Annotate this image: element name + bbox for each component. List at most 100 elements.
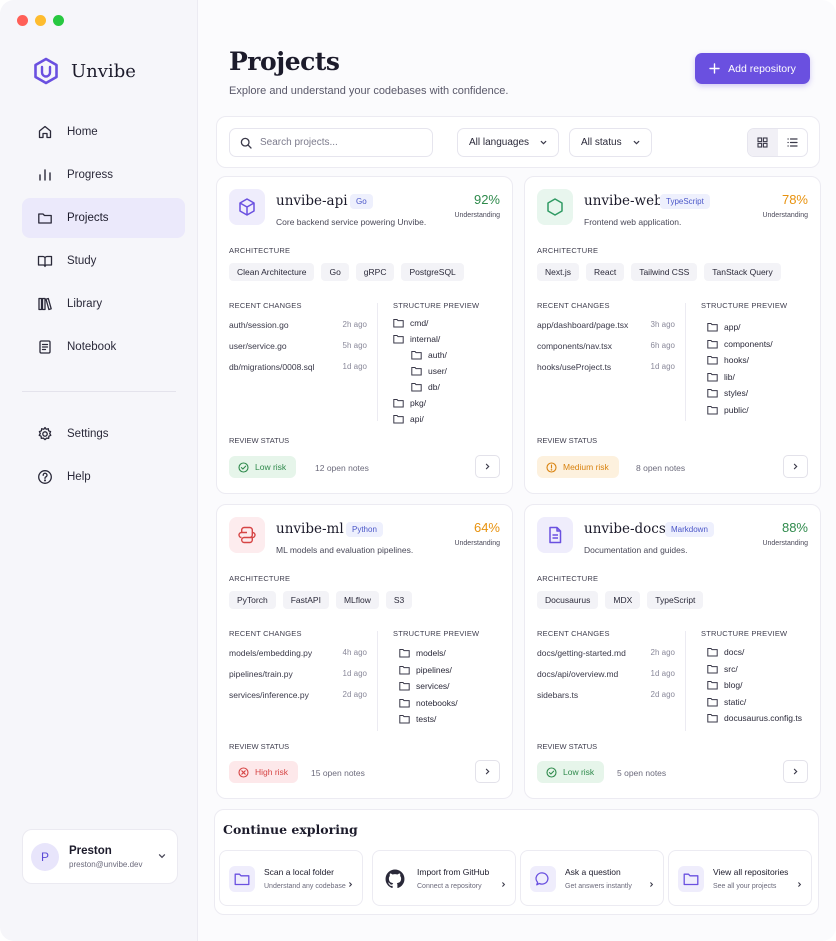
action-subtitle: See all your projects [713, 883, 777, 890]
folder-icon [683, 873, 699, 886]
view-all-repositories-action[interactable]: View all repositories See all your proje… [668, 850, 812, 906]
tech-chip: MDX [605, 591, 641, 609]
tree-folder[interactable]: notebooks/ [385, 695, 458, 712]
architecture-label: ARCHITECTURE [229, 574, 291, 583]
import-from-github-action[interactable]: Import from GitHub Connect a repository [372, 850, 516, 906]
search-box[interactable] [229, 128, 433, 157]
chevron-right-icon [502, 882, 506, 887]
tree-folder[interactable]: pkg/ [385, 395, 447, 411]
change-item[interactable]: user/service.go 5h ago [229, 341, 367, 362]
nav-item-settings[interactable]: Settings [22, 414, 185, 454]
open-project-button[interactable] [475, 455, 500, 478]
change-item[interactable]: services/inference.py 2d ago [229, 690, 367, 711]
change-item[interactable]: components/nav.tsx 6h ago [537, 341, 675, 362]
tree-folder-name: auth/ [428, 350, 447, 360]
structure-tree: docs/ src/ blog/ static/ docusaurus.conf… [693, 644, 802, 727]
change-time: 3h ago [650, 320, 675, 329]
project-card[interactable]: unvibe-docs Markdown Documentation and g… [524, 504, 821, 799]
close-window-button[interactable] [17, 15, 28, 26]
tech-chip: PostgreSQL [401, 263, 464, 281]
tech-chip: MLflow [335, 591, 379, 609]
add-repository-label: Add repository [728, 62, 796, 75]
project-name[interactable]: unvibe-api [276, 193, 348, 209]
open-project-button[interactable] [475, 760, 500, 783]
tree-folder[interactable]: app/ [693, 319, 773, 336]
tree-folder[interactable]: models/ [385, 645, 458, 662]
change-item[interactable]: hooks/useProject.ts 1d ago [537, 362, 675, 383]
open-project-button[interactable] [783, 455, 808, 478]
change-item[interactable]: db/migrations/0008.sql 1d ago [229, 362, 367, 383]
qa-icon-box [382, 866, 408, 892]
tree-folder[interactable]: user/ [385, 363, 447, 379]
tree-folder[interactable]: tests/ [385, 711, 458, 728]
folder-icon [411, 383, 422, 392]
scan-local-folder-action[interactable]: Scan a local folder Understand any codeb… [219, 850, 363, 906]
chevron-right-icon [793, 463, 798, 470]
tree-folder[interactable]: auth/ [385, 347, 447, 363]
tree-folder[interactable]: components/ [693, 336, 773, 353]
status-filter-dropdown[interactable]: All status [569, 128, 652, 157]
maximize-window-button[interactable] [53, 15, 64, 26]
nav-item-library[interactable]: Library [22, 284, 185, 324]
tree-folder[interactable]: services/ [385, 678, 458, 695]
nav-item-notebook[interactable]: Notebook [22, 327, 185, 367]
plus-icon [709, 63, 720, 74]
tree-folder[interactable]: pipelines/ [385, 662, 458, 679]
tree-folder[interactable]: internal/ [385, 331, 447, 347]
change-item[interactable]: docs/getting-started.md 2h ago [537, 648, 675, 669]
search-input[interactable] [260, 137, 420, 148]
project-name[interactable]: unvibe-web [584, 193, 663, 209]
tech-chip: TypeScript [647, 591, 704, 609]
tree-folder[interactable]: styles/ [693, 385, 773, 402]
tree-folder[interactable]: docs/ [693, 644, 802, 661]
change-item[interactable]: auth/session.go 2h ago [229, 320, 367, 341]
tree-folder[interactable]: public/ [693, 402, 773, 419]
project-card[interactable]: unvibe-ml Python ML models and evaluatio… [216, 504, 513, 799]
folder-icon [707, 339, 718, 349]
nav-item-help[interactable]: Help [22, 457, 185, 497]
python-icon [238, 526, 256, 544]
project-name[interactable]: unvibe-ml [276, 521, 344, 537]
change-item[interactable]: pipelines/train.py 1d ago [229, 669, 367, 690]
structure-tree: cmd/ internal/ auth/ user/ db/ pkg/ api/ [385, 315, 447, 427]
user-menu[interactable]: P Preston preston@unvibe.dev [22, 829, 178, 884]
action-title: Import from GitHub [417, 867, 490, 877]
understanding-percent: 92% [473, 192, 500, 207]
grid-view-button[interactable] [748, 129, 778, 156]
list-view-button[interactable] [778, 129, 808, 156]
change-item[interactable]: app/dashboard/page.tsx 3h ago [537, 320, 675, 341]
ask-a-question-action[interactable]: Ask a question Get answers instantly [520, 850, 664, 906]
add-repository-button[interactable]: Add repository [695, 53, 810, 84]
open-project-button[interactable] [783, 760, 808, 783]
nav-item-study[interactable]: Study [22, 241, 185, 281]
tree-folder[interactable]: api/ [385, 411, 447, 427]
change-item[interactable]: models/embedding.py 4h ago [229, 648, 367, 669]
change-item[interactable]: docs/api/overview.md 1d ago [537, 669, 675, 690]
project-card[interactable]: unvibe-web TypeScript Frontend web appli… [524, 176, 821, 494]
change-item[interactable]: sidebars.ts 2d ago [537, 690, 675, 711]
column-divider [685, 303, 686, 421]
nav-item-progress[interactable]: Progress [22, 155, 185, 195]
tree-folder[interactable]: src/ [693, 661, 802, 678]
tree-folder[interactable]: lib/ [693, 369, 773, 386]
language-filter-dropdown[interactable]: All languages [457, 128, 560, 157]
nav-item-projects[interactable]: Projects [22, 198, 185, 238]
tree-folder-name: styles/ [724, 388, 749, 399]
tree-folder[interactable]: db/ [385, 379, 447, 395]
app-logo[interactable]: Unvibe [33, 57, 136, 85]
understanding-label: Understanding [454, 212, 500, 219]
user-email: preston@unvibe.dev [69, 859, 143, 869]
chevron-right-icon [349, 882, 353, 887]
list-icon [787, 138, 798, 147]
minimize-window-button[interactable] [35, 15, 46, 26]
project-name[interactable]: unvibe-docs [584, 521, 666, 537]
project-card[interactable]: unvibe-api Go Core backend service power… [216, 176, 513, 494]
tree-folder[interactable]: static/ [693, 694, 802, 711]
tree-folder[interactable]: hooks/ [693, 352, 773, 369]
github-icon [385, 869, 405, 889]
tree-folder[interactable]: cmd/ [385, 315, 447, 331]
tree-folder[interactable]: blog/ [693, 677, 802, 694]
change-time: 1d ago [650, 669, 675, 678]
nav-item-home[interactable]: Home [22, 112, 185, 152]
tree-file[interactable]: docusaurus.config.ts [693, 710, 802, 727]
